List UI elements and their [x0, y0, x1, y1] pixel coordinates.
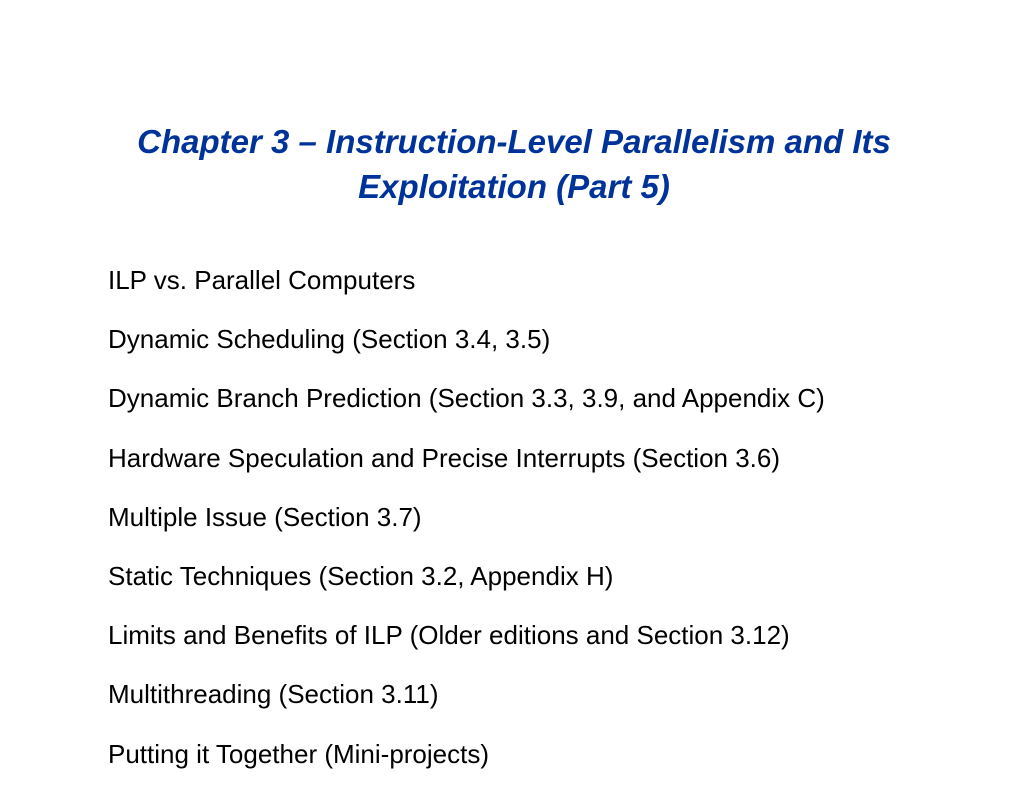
list-item: Putting it Together (Mini-projects) [108, 739, 920, 770]
slide-title: Chapter 3 – Instruction-Level Parallelis… [108, 120, 920, 209]
list-item: ILP vs. Parallel Computers [108, 265, 920, 296]
list-item: Dynamic Branch Prediction (Section 3.3, … [108, 383, 920, 414]
topic-list: ILP vs. Parallel Computers Dynamic Sched… [108, 265, 920, 770]
list-item: Dynamic Scheduling (Section 3.4, 3.5) [108, 324, 920, 355]
list-item: Multiple Issue (Section 3.7) [108, 502, 920, 533]
list-item: Limits and Benefits of ILP (Older editio… [108, 620, 920, 651]
list-item: Multithreading (Section 3.11) [108, 679, 920, 710]
list-item: Static Techniques (Section 3.2, Appendix… [108, 561, 920, 592]
list-item: Hardware Speculation and Precise Interru… [108, 443, 920, 474]
